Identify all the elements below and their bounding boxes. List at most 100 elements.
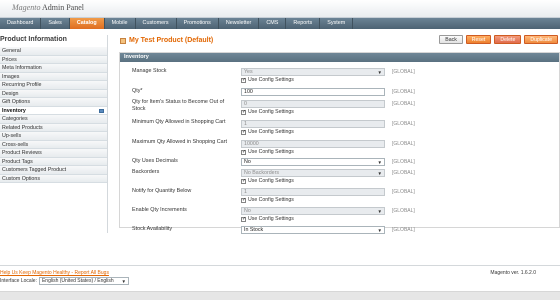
sidebar-item-cross-sells[interactable]: Cross-sells bbox=[0, 140, 107, 149]
chevron-down-icon: ▼ bbox=[377, 209, 382, 214]
qty-decimals-select[interactable]: No ▼ bbox=[241, 158, 385, 166]
min-qty-use-config[interactable]: Use Config Settings bbox=[241, 129, 294, 135]
nav-item-mobile[interactable]: Mobile bbox=[105, 18, 136, 29]
nav-item-customers[interactable]: Customers bbox=[136, 18, 177, 29]
max-qty-input[interactable]: 10000 bbox=[241, 140, 385, 148]
chevron-down-icon: ▼ bbox=[121, 279, 126, 284]
version-text: Magento ver. 1.6.2.0 bbox=[490, 270, 536, 276]
backorders-select[interactable]: No Backorders ▼ bbox=[241, 169, 385, 177]
nav-item-cms[interactable]: CMS bbox=[259, 18, 287, 29]
nav-item-dashboard[interactable]: Dashboard bbox=[0, 18, 42, 29]
delete-button[interactable]: Delete bbox=[494, 35, 522, 44]
use-config-label: Use Config Settings bbox=[248, 77, 294, 83]
sidebar-item-related-products[interactable]: Related Products bbox=[0, 123, 107, 132]
manage-stock-select[interactable]: Yes ▼ bbox=[241, 68, 385, 76]
min-qty-input[interactable]: 1 bbox=[241, 120, 385, 128]
manage-stock-label: Manage Stock bbox=[132, 68, 167, 74]
use-config-label: Use Config Settings bbox=[248, 149, 294, 155]
notify-below-use-config[interactable]: Use Config Settings bbox=[241, 197, 294, 203]
min-qty-label: Minimum Qty Allowed in Shopping Cart bbox=[132, 119, 226, 125]
checkbox-checked-icon[interactable] bbox=[241, 129, 246, 135]
sidebar-item-product-tags[interactable]: Product Tags bbox=[0, 157, 107, 166]
product-title-bar: My Test Product (Default) bbox=[120, 37, 213, 44]
scope-label: [GLOBAL] bbox=[392, 189, 415, 195]
notify-below-input[interactable]: 1 bbox=[241, 188, 385, 196]
checkbox-checked-icon[interactable] bbox=[241, 149, 246, 155]
chevron-down-icon: ▼ bbox=[377, 171, 382, 176]
bottom-bar bbox=[0, 291, 560, 300]
scope-label: [GLOBAL] bbox=[392, 89, 415, 95]
max-qty-use-config[interactable]: Use Config Settings bbox=[241, 149, 294, 155]
locale-value: English (United States) / English bbox=[41, 278, 114, 284]
checkbox-checked-icon[interactable] bbox=[241, 109, 246, 115]
sidebar-item-inventory[interactable]: Inventory bbox=[0, 106, 107, 115]
sidebar-item-gift-options[interactable]: Gift Options bbox=[0, 98, 107, 107]
stock-availability-select[interactable]: In Stock ▼ bbox=[241, 226, 385, 234]
nav-item-reports[interactable]: Reports bbox=[286, 18, 321, 29]
checkbox-checked-icon[interactable] bbox=[241, 77, 246, 83]
checkbox-checked-icon[interactable] bbox=[241, 178, 246, 184]
qty-increments-use-config[interactable]: Use Config Settings bbox=[241, 216, 294, 222]
out-of-stock-qty-label: Qty for Item's Status to Become Out of S… bbox=[132, 99, 225, 112]
qty-increments-label: Enable Qty Increments bbox=[132, 207, 187, 213]
nav-item-catalog[interactable]: Catalog bbox=[69, 18, 105, 29]
stock-availability-label: Stock Availability bbox=[132, 226, 173, 232]
admin-header: Magento Admin Panel bbox=[0, 0, 560, 18]
action-buttons: Back Reset Delete Duplicate bbox=[439, 35, 558, 44]
nav-item-sales[interactable]: Sales bbox=[41, 18, 70, 29]
scope-label: [GLOBAL] bbox=[392, 141, 415, 147]
notify-below-label: Notify for Quantity Below bbox=[132, 188, 192, 194]
nav-item-system[interactable]: System bbox=[320, 18, 354, 29]
chevron-down-icon: ▼ bbox=[377, 70, 382, 75]
back-button[interactable]: Back bbox=[439, 35, 463, 44]
scope-label: [GLOBAL] bbox=[392, 159, 415, 165]
qty-increments-select[interactable]: No ▼ bbox=[241, 207, 385, 215]
sidebar-item-design[interactable]: Design bbox=[0, 89, 107, 98]
out-of-stock-use-config[interactable]: Use Config Settings bbox=[241, 109, 294, 115]
sidebar-item-product-reviews[interactable]: Product Reviews bbox=[0, 149, 107, 158]
nav-item-newsletter[interactable]: Newsletter bbox=[219, 18, 260, 29]
checkbox-checked-icon[interactable] bbox=[241, 216, 246, 222]
scope-label: [GLOBAL] bbox=[392, 227, 415, 233]
qty-label: Qty* bbox=[132, 88, 143, 94]
sidebar-item-custom-options[interactable]: Custom Options bbox=[0, 174, 107, 183]
backorders-use-config[interactable]: Use Config Settings bbox=[241, 178, 294, 184]
manage-stock-value: Yes bbox=[244, 69, 253, 75]
qty-input[interactable]: 100 bbox=[241, 88, 385, 96]
sidebar-item-categories[interactable]: Categories bbox=[0, 115, 107, 124]
sidebar-item-customers-tagged-product[interactable]: Customers Tagged Product bbox=[0, 166, 107, 175]
stock-availability-value: In Stock bbox=[244, 227, 264, 233]
use-config-label: Use Config Settings bbox=[248, 216, 294, 222]
checkbox-checked-icon[interactable] bbox=[241, 197, 246, 203]
use-config-label: Use Config Settings bbox=[248, 109, 294, 115]
logo-brand: Magento bbox=[12, 3, 41, 12]
sidebar-item-images[interactable]: Images bbox=[0, 72, 107, 81]
use-config-label: Use Config Settings bbox=[248, 197, 294, 203]
sidebar-item-meta-information[interactable]: Meta Information bbox=[0, 64, 107, 73]
sidebar-item-general[interactable]: General bbox=[0, 47, 107, 56]
qty-increments-value: No bbox=[244, 208, 251, 214]
qty-decimals-label: Qty Uses Decimals bbox=[132, 158, 178, 164]
locale-label: Interface Locale: bbox=[0, 278, 37, 284]
logo-suffix: Admin Panel bbox=[40, 3, 84, 12]
backorders-value: No Backorders bbox=[244, 170, 280, 176]
report-bugs-link[interactable]: Help Us Keep Magento Healthy - Report Al… bbox=[0, 270, 109, 276]
locale-select[interactable]: English (United States) / English ▼ bbox=[38, 277, 129, 285]
sidebar-item-prices[interactable]: Prices bbox=[0, 55, 107, 64]
sidebar-item-up-sells[interactable]: Up-sells bbox=[0, 132, 107, 141]
nav-item-promotions[interactable]: Promotions bbox=[177, 18, 219, 29]
sidebar-item-recurring-profile[interactable]: Recurring Profile bbox=[0, 81, 107, 90]
out-of-stock-qty-input[interactable]: 0 bbox=[241, 100, 385, 108]
backorders-label: Backorders bbox=[132, 169, 160, 175]
reset-button[interactable]: Reset bbox=[465, 35, 492, 44]
chevron-down-icon: ▼ bbox=[377, 228, 382, 233]
use-config-label: Use Config Settings bbox=[248, 178, 294, 184]
max-qty-label: Maximum Qty Allowed in Shopping Cart bbox=[132, 139, 227, 145]
manage-stock-use-config[interactable]: Use Config Settings bbox=[241, 77, 294, 83]
interface-locale: Interface Locale: English (United States… bbox=[0, 277, 129, 285]
duplicate-button[interactable]: Duplicate bbox=[524, 35, 558, 44]
scope-label: [GLOBAL] bbox=[392, 170, 415, 176]
page-title: My Test Product (Default) bbox=[129, 37, 214, 44]
magento-logo[interactable]: Magento Admin Panel bbox=[12, 3, 84, 12]
changed-indicator-icon bbox=[99, 108, 104, 113]
